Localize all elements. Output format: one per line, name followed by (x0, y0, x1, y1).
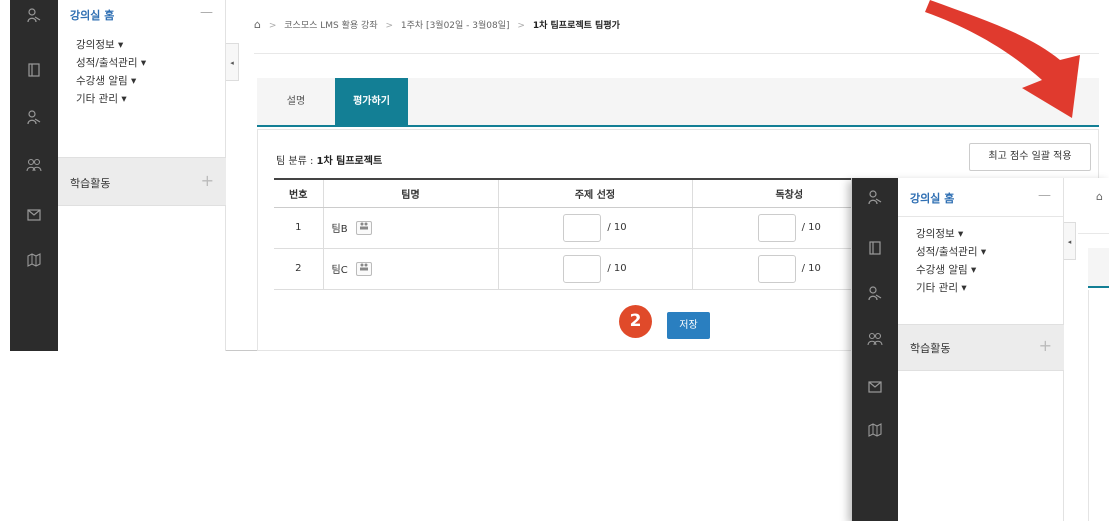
sidebar-collapse-handle[interactable]: ◂ (1064, 222, 1076, 260)
course-sidebar: 강의실 홈 — 강의정보 ▾ 성적/출석관리 ▾ 수강생 알림 ▾ 기타 관리 … (58, 0, 226, 351)
course-home-link[interactable]: 강의실 홈 (70, 7, 114, 30)
collapse-minus-icon[interactable]: — (1038, 189, 1051, 216)
mail-icon[interactable] (852, 378, 898, 402)
person-student-icon[interactable] (10, 110, 58, 134)
learning-activity-label: 학습활동 (70, 177, 111, 190)
evaluation-table: 번호 팀명 주제 선정 독창성 1 팀B / 10 / 10 2 팀C / 10… (274, 178, 886, 290)
max-score-label: / 10 (607, 263, 627, 274)
header-team: 팀명 (322, 178, 498, 208)
tab-description[interactable]: 설명 (257, 78, 335, 125)
sidebar-home[interactable]: 강의실 홈 — (58, 0, 225, 30)
tab-bar (1088, 248, 1109, 288)
team-category-label: 팀 분류 : (276, 156, 317, 167)
table-header-row: 번호 팀명 주제 선정 독창성 (274, 178, 886, 208)
topic-score-input[interactable] (563, 213, 602, 242)
originality-score-input[interactable] (757, 254, 796, 283)
sidebar-item-notifications[interactable]: 수강생 알림 ▾ (76, 72, 225, 90)
max-score-label: / 10 (801, 263, 821, 274)
icon-rail (852, 178, 898, 521)
save-button[interactable]: 저장 (667, 312, 710, 339)
book-icon[interactable] (10, 62, 58, 86)
home-icon[interactable]: ⌂ (254, 18, 261, 31)
overlay-screenshot: 강의실 홈 — 강의정보 ▾ 성적/출석관리 ▾ 수강생 알림 ▾ 기타 관리 … (851, 178, 1109, 521)
breadcrumb-current: 1차 팀프로젝트 팀평가 (532, 21, 620, 31)
expand-plus-icon[interactable]: + (201, 173, 214, 205)
sidebar-menu: 강의정보 ▾ 성적/출석관리 ▾ 수강생 알림 ▾ 기타 관리 ▾ (898, 217, 1063, 297)
table-row: 2 팀C / 10 / 10 (274, 248, 886, 290)
breadcrumb-separator: > (268, 21, 277, 31)
group-icon[interactable] (852, 332, 898, 356)
team-members-icon[interactable] (355, 261, 372, 276)
header-topic: 주제 선정 (497, 178, 692, 208)
row-number: 1 (274, 207, 323, 249)
sidebar-learning-activity[interactable]: 학습활동 + (898, 324, 1064, 371)
home-icon[interactable]: ⌂ (1096, 190, 1103, 203)
table-row: 1 팀B / 10 / 10 (274, 207, 886, 249)
collapse-minus-icon[interactable]: — (200, 6, 213, 30)
content-area (1088, 290, 1109, 521)
breadcrumb-week[interactable]: 1주차 [3월02일 - 3월08일] (401, 21, 510, 31)
sidebar-item-course-info[interactable]: 강의정보 ▾ (76, 36, 225, 54)
learning-activity-label: 학습활동 (910, 342, 951, 355)
header-number: 번호 (274, 178, 323, 208)
sidebar-item-course-info[interactable]: 강의정보 ▾ (916, 225, 1063, 243)
apply-max-score-button[interactable]: 최고 점수 일괄 적용 (969, 143, 1091, 171)
score-cell: / 10 (497, 248, 692, 290)
topic-score-input[interactable] (563, 254, 602, 283)
book-icon[interactable] (852, 240, 898, 264)
max-score-label: / 10 (801, 222, 821, 233)
tab-underline (257, 125, 1099, 127)
divider (1078, 233, 1109, 234)
person-student-icon[interactable] (852, 286, 898, 310)
person-teacher-icon[interactable] (10, 8, 58, 32)
score-cell: / 10 (497, 207, 692, 249)
team-cell: 팀B (322, 207, 498, 249)
row-number: 2 (274, 248, 323, 290)
course-home-link[interactable]: 강의실 홈 (910, 190, 954, 216)
map-icon[interactable] (10, 252, 58, 276)
sidebar-item-notifications[interactable]: 수강생 알림 ▾ (916, 261, 1063, 279)
tab-evaluate[interactable]: 평가하기 (335, 78, 408, 125)
sidebar-menu: 강의정보 ▾ 성적/출석관리 ▾ 수강생 알림 ▾ 기타 관리 ▾ (58, 30, 225, 108)
breadcrumb-course[interactable]: 코스모스 LMS 활용 강좌 (284, 21, 377, 31)
sidebar-item-other[interactable]: 기타 관리 ▾ (76, 90, 225, 108)
expand-plus-icon[interactable]: + (1039, 338, 1052, 370)
breadcrumb-separator: > (517, 21, 525, 31)
tab-bar: 설명 평가하기 (257, 78, 1099, 125)
sidebar-home[interactable]: 강의실 홈 — (898, 178, 1063, 216)
max-score-label: / 10 (607, 222, 627, 233)
person-teacher-icon[interactable] (852, 190, 898, 214)
sidebar-item-grades[interactable]: 성적/출석관리 ▾ (76, 54, 225, 72)
step-number-badge: 2 (619, 305, 652, 338)
sidebar-item-grades[interactable]: 성적/출석관리 ▾ (916, 243, 1063, 261)
breadcrumb-separator: > (385, 21, 394, 31)
group-icon[interactable] (10, 158, 58, 182)
icon-rail (10, 0, 58, 351)
team-category-value: 1차 팀프로젝트 (316, 156, 383, 167)
team-members-icon[interactable] (355, 220, 372, 235)
mail-icon[interactable] (10, 206, 58, 230)
team-cell: 팀C (322, 248, 498, 290)
team-name: 팀B (331, 224, 348, 235)
sidebar-learning-activity[interactable]: 학습활동 + (58, 157, 226, 206)
originality-score-input[interactable] (757, 213, 796, 242)
divider (254, 53, 1099, 54)
course-sidebar: 강의실 홈 — 강의정보 ▾ 성적/출석관리 ▾ 수강생 알림 ▾ 기타 관리 … (898, 178, 1064, 521)
breadcrumb: ⌂ > 코스모스 LMS 활용 강좌 > 1주차 [3월02일 - 3월08일]… (254, 18, 620, 31)
team-category: 팀 분류 : 1차 팀프로젝트 (276, 152, 382, 167)
map-icon[interactable] (852, 422, 898, 446)
team-name: 팀C (331, 265, 348, 276)
sidebar-item-other[interactable]: 기타 관리 ▾ (916, 279, 1063, 297)
sidebar-collapse-handle[interactable]: ◂ (226, 43, 239, 81)
